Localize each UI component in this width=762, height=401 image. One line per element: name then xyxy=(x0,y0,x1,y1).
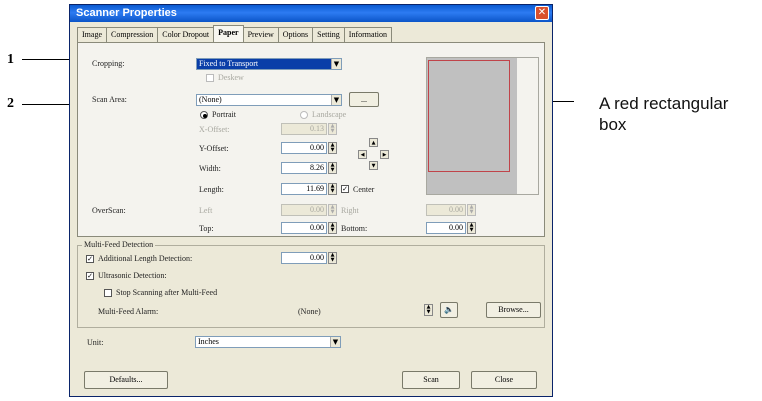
tab-paper[interactable]: Paper xyxy=(213,25,244,42)
close-icon[interactable]: ✕ xyxy=(535,6,549,20)
tab-options[interactable]: Options xyxy=(277,27,314,43)
overscan-bottom-label: Bottom: xyxy=(341,224,368,233)
x-offset-field[interactable]: 0.13 xyxy=(281,123,327,135)
y-offset-spinner[interactable]: ▲ ▼ xyxy=(328,142,337,154)
tab-compression[interactable]: Compression xyxy=(106,27,159,43)
tab-image[interactable]: Image xyxy=(77,27,107,43)
speaker-icon[interactable]: 🔈 xyxy=(440,302,458,318)
chevron-down-icon[interactable]: ▼ xyxy=(331,59,341,69)
page-preview xyxy=(426,57,539,195)
overscan-label: OverScan: xyxy=(92,206,126,215)
ultrasonic-checkbox[interactable]: ✓ xyxy=(86,272,94,280)
deskew-label: Deskew xyxy=(218,73,244,82)
close-button[interactable]: Close xyxy=(471,371,537,389)
length-field[interactable]: 11.69 xyxy=(281,183,327,195)
tab-color-dropout[interactable]: Color Dropout xyxy=(157,27,215,43)
multifeed-alarm-value: (None) xyxy=(298,307,321,316)
nudge-right-button[interactable]: ▶ xyxy=(380,150,389,159)
cropping-value: Fixed to Transport xyxy=(197,59,331,69)
title-bar[interactable]: Scanner Properties ✕ xyxy=(70,5,552,22)
position-nudge-control: ▲ ◀ ▶ ▼ xyxy=(354,138,394,172)
defaults-button[interactable]: Defaults... xyxy=(84,371,168,389)
overscan-left-field[interactable]: 0.00 xyxy=(281,204,327,216)
unit-label: Unit: xyxy=(87,338,104,347)
nudge-down-button[interactable]: ▼ xyxy=(369,161,378,170)
scan-button[interactable]: Scan xyxy=(402,371,460,389)
red-crop-box[interactable] xyxy=(428,60,510,172)
paper-panel: Cropping: Fixed to Transport ▼ Deskew Sc… xyxy=(77,42,545,237)
overscan-bottom-field[interactable]: 0.00 xyxy=(426,222,466,234)
overscan-right-field[interactable]: 0.00 xyxy=(426,204,466,216)
center-label: Center xyxy=(353,185,375,194)
additional-length-label: Additional Length Detection: xyxy=(98,254,193,263)
multifeed-group-label: Multi-Feed Detection xyxy=(82,240,156,250)
length-label: Length: xyxy=(199,185,224,194)
chevron-down-icon[interactable]: ▼ xyxy=(330,337,340,347)
portrait-label: Portrait xyxy=(212,110,236,119)
y-offset-label: Y-Offset: xyxy=(199,144,229,153)
x-offset-label: X-Offset: xyxy=(199,125,230,134)
overscan-bottom-spinner[interactable]: ▲ ▼ xyxy=(467,222,476,234)
annotation-number-1: 1 xyxy=(7,52,14,67)
chevron-down-icon[interactable]: ▼ xyxy=(331,95,341,105)
multifeed-alarm-label: Multi-Feed Alarm: xyxy=(98,307,159,316)
nudge-up-button[interactable]: ▲ xyxy=(369,138,378,147)
scan-area-dropdown[interactable]: (None) ▼ xyxy=(196,94,342,106)
overscan-top-field[interactable]: 0.00 xyxy=(281,222,327,234)
scan-area-label: Scan Area: xyxy=(92,95,127,104)
additional-length-spinner[interactable]: ▲ ▼ xyxy=(328,252,337,264)
center-checkbox[interactable]: ✓ xyxy=(341,185,349,193)
overscan-right-label: Right xyxy=(341,206,359,215)
overscan-top-label: Top: xyxy=(199,224,214,233)
window-title: Scanner Properties xyxy=(76,7,177,19)
scan-area-value: (None) xyxy=(197,95,331,105)
deskew-checkbox[interactable] xyxy=(206,74,214,82)
tab-information[interactable]: Information xyxy=(343,27,393,43)
multifeed-group: Multi-Feed Detection ✓ Additional Length… xyxy=(77,240,545,328)
alarm-spinner[interactable]: ▲ ▼ xyxy=(424,304,433,316)
ultrasonic-label: Ultrasonic Detection: xyxy=(98,271,167,280)
additional-length-checkbox[interactable]: ✓ xyxy=(86,255,94,263)
width-spinner[interactable]: ▲ ▼ xyxy=(328,162,337,174)
annotation-number-2: 2 xyxy=(7,96,14,111)
scan-area-more-button[interactable]: ... xyxy=(349,92,379,107)
portrait-radio[interactable] xyxy=(200,111,208,119)
length-spinner[interactable]: ▲ ▼ xyxy=(328,183,337,195)
x-offset-spinner[interactable]: ▲ ▼ xyxy=(328,123,337,135)
unit-value: Inches xyxy=(196,337,330,347)
tab-strip: Image Compression Color Dropout Paper Pr… xyxy=(77,25,393,43)
additional-length-field[interactable]: 0.00 xyxy=(281,252,327,264)
overscan-left-label: Left xyxy=(199,206,213,215)
landscape-radio[interactable] xyxy=(300,111,308,119)
overscan-left-spinner[interactable]: ▲ ▼ xyxy=(328,204,337,216)
scanner-properties-window: Scanner Properties ✕ Image Compression C… xyxy=(69,4,553,397)
y-offset-field[interactable]: 0.00 xyxy=(281,142,327,154)
unit-dropdown[interactable]: Inches ▼ xyxy=(195,336,341,348)
width-label: Width: xyxy=(199,164,221,173)
tab-setting[interactable]: Setting xyxy=(312,27,345,43)
overscan-right-spinner[interactable]: ▲ ▼ xyxy=(467,204,476,216)
landscape-label: Landscape xyxy=(312,110,347,119)
cropping-label: Cropping: xyxy=(92,59,125,68)
browse-button[interactable]: Browse... xyxy=(486,302,541,318)
cropping-dropdown[interactable]: Fixed to Transport ▼ xyxy=(196,58,342,70)
stop-scanning-label: Stop Scanning after Multi-Feed xyxy=(116,288,218,297)
nudge-left-button[interactable]: ◀ xyxy=(358,150,367,159)
tab-preview[interactable]: Preview xyxy=(242,27,279,43)
stop-scanning-checkbox[interactable] xyxy=(104,289,112,297)
annotation-red-box-text: A red rectangular box xyxy=(599,94,729,134)
width-field[interactable]: 8.26 xyxy=(281,162,327,174)
overscan-top-spinner[interactable]: ▲ ▼ xyxy=(328,222,337,234)
